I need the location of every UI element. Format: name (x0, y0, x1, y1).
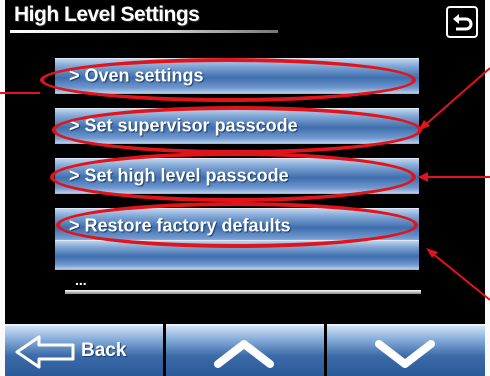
menu-item-set-supervisor-passcode[interactable]: > Set supervisor passcode (55, 108, 419, 144)
bottom-bar: Back (5, 324, 485, 376)
more-indicator: ... (75, 272, 87, 288)
menu-item-empty[interactable] (55, 240, 419, 270)
back-button[interactable]: Back (5, 324, 163, 376)
title-underline (10, 30, 278, 33)
title-bar: High Level Settings (5, 0, 485, 40)
return-button[interactable] (446, 6, 478, 38)
scroll-down-button[interactable] (327, 324, 485, 376)
menu-item-label: > Oven settings (69, 65, 204, 86)
chevron-up-icon (214, 340, 274, 368)
list-divider (65, 290, 421, 294)
back-label: Back (81, 340, 127, 361)
menu-item-restore-factory-defaults[interactable]: > Restore factory defaults (55, 208, 419, 244)
menu-item-label: > Set high level passcode (69, 165, 289, 186)
arrow-left-icon (15, 335, 75, 369)
device-screen: High Level Settings > Oven settings > Se… (5, 0, 485, 376)
return-arrow-icon (453, 14, 473, 31)
chevron-down-icon (375, 340, 435, 368)
scroll-up-button[interactable] (166, 324, 324, 376)
menu-item-label: > Set supervisor passcode (69, 115, 298, 136)
page-title: High Level Settings (14, 3, 200, 26)
menu-item-oven-settings[interactable]: > Oven settings (55, 58, 419, 94)
menu-item-label: > Restore factory defaults (69, 215, 291, 236)
menu-item-set-high-level-passcode[interactable]: > Set high level passcode (55, 158, 419, 194)
